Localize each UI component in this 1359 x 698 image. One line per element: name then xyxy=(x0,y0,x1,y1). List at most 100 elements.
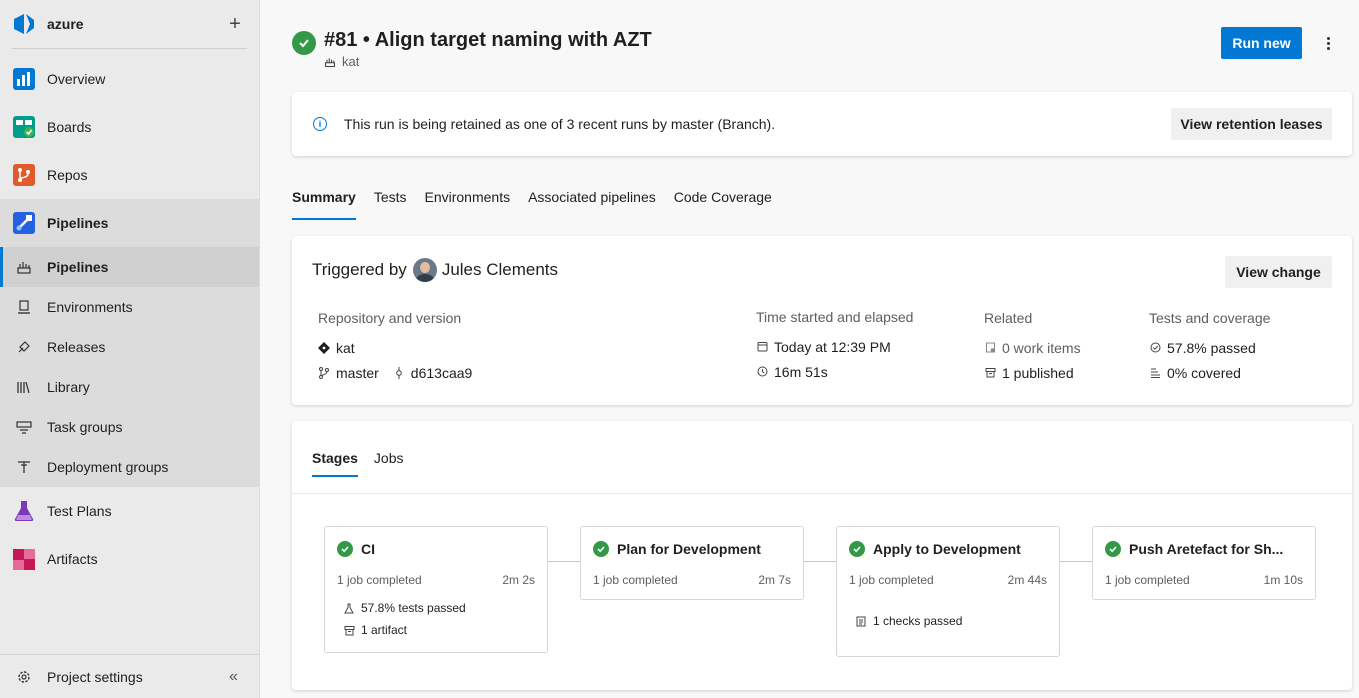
sidebar-item-label: Pipelines xyxy=(47,215,109,231)
tests-passed: 57.8% passed xyxy=(1167,339,1256,356)
stage-card[interactable]: Plan for Development 1 job completed 2m … xyxy=(580,526,804,600)
stage-card[interactable]: Apply to Development 1 job completed 2m … xyxy=(836,526,1060,657)
sidebar-item-label: Boards xyxy=(47,119,92,135)
sidebar-item-label: Repos xyxy=(47,167,88,183)
sidebar-item-overview[interactable]: Overview xyxy=(0,55,259,103)
sidebar-item-label: Artifacts xyxy=(47,551,98,567)
stage-name: Plan for Development xyxy=(617,541,761,557)
sidebar-subitem-library[interactable]: Library xyxy=(0,367,259,407)
sidebar-item-pipelines[interactable]: Pipelines xyxy=(0,199,259,247)
stage-duration: 1m 10s xyxy=(1263,573,1303,587)
tab-environments[interactable]: Environments xyxy=(425,186,511,220)
repos-icon xyxy=(12,163,36,187)
stage-checks[interactable]: 1 checks passed xyxy=(855,614,962,628)
summary-card: Triggered by Jules Clements View change … xyxy=(292,236,1352,405)
checklist-icon xyxy=(855,616,867,627)
retention-message: This run is being retained as one of 3 r… xyxy=(344,116,776,132)
sidebar-item-repos[interactable]: Repos xyxy=(0,151,259,199)
stage-meta: 1 job completed 2m 2s xyxy=(337,573,535,587)
org-header[interactable]: azure + xyxy=(0,0,259,48)
stage-name: Push Aretefact for Sh... xyxy=(1129,541,1284,557)
stage-checks-text: 1 checks passed xyxy=(873,614,963,628)
stage-duration: 2m 7s xyxy=(758,573,791,587)
view-change-button[interactable]: View change xyxy=(1225,256,1332,288)
pipeline-icon xyxy=(324,57,336,67)
stage-meta: 1 job completed 1m 10s xyxy=(1105,573,1303,587)
success-check-icon xyxy=(593,541,609,557)
tab-tests[interactable]: Tests xyxy=(374,186,407,220)
sidebar-subitem-releases[interactable]: Releases xyxy=(0,327,259,367)
sidebar-subitem-deployment-groups[interactable]: Deployment groups xyxy=(0,447,259,487)
repo-header: Repository and version xyxy=(318,310,462,326)
stage-title: Push Aretefact for Sh... xyxy=(1105,541,1283,557)
artifact-icon xyxy=(343,625,355,636)
sidebar-item-artifacts[interactable]: Artifacts xyxy=(0,535,259,583)
success-check-icon xyxy=(337,541,353,557)
page-title: #81 • Align target naming with AZT xyxy=(324,29,652,51)
avatar[interactable] xyxy=(412,258,437,282)
stage-tests[interactable]: 57.8% tests passed xyxy=(343,601,466,615)
elapsed-row: 16m 51s xyxy=(756,359,913,384)
more-actions-icon[interactable] xyxy=(1320,30,1336,56)
artifact-icon xyxy=(984,367,996,378)
work-items-row[interactable]: 0 work items xyxy=(984,335,1081,360)
time-column: Time started and elapsed Today at 12:39 … xyxy=(756,309,913,384)
sidebar-item-label: Library xyxy=(47,379,90,395)
sidebar-item-boards[interactable]: Boards xyxy=(0,103,259,151)
boards-icon xyxy=(12,115,36,139)
pipelines-sub-icon xyxy=(16,259,32,275)
tests-row[interactable]: 57.8% passed xyxy=(1149,335,1270,360)
tab-code-coverage[interactable]: Code Coverage xyxy=(674,186,772,220)
stage-card[interactable]: CI 1 job completed 2m 2s 57.8% tests pas… xyxy=(324,526,548,653)
tab-associated-pipelines[interactable]: Associated pipelines xyxy=(528,186,656,220)
stage-card[interactable]: Push Aretefact for Sh... 1 job completed… xyxy=(1092,526,1316,600)
sidebar-subitem-task-groups[interactable]: Task groups xyxy=(0,407,259,447)
stage-artifact[interactable]: 1 artifact xyxy=(343,623,407,637)
trigger-user[interactable]: Jules Clements xyxy=(442,260,558,280)
commit-id[interactable]: d613caa9 xyxy=(411,365,473,381)
run-tabs: Summary Tests Environments Associated pi… xyxy=(292,186,790,220)
repo-column: Repository and version kat master d613ca… xyxy=(318,310,472,385)
pipeline-name[interactable]: kat xyxy=(324,54,652,69)
environments-icon xyxy=(16,299,32,315)
tab-jobs[interactable]: Jobs xyxy=(374,449,404,477)
collapse-sidebar-button[interactable]: « xyxy=(229,668,259,686)
azure-devops-logo-icon xyxy=(14,14,34,34)
sidebar-item-test-plans[interactable]: Test Plans xyxy=(0,487,259,535)
stage-title: Plan for Development xyxy=(593,541,761,557)
sidebar-item-label: Test Plans xyxy=(47,503,112,519)
sidebar-subitem-pipelines[interactable]: Pipelines xyxy=(0,247,259,287)
project-settings[interactable]: Project settings « xyxy=(0,654,259,698)
flask-icon xyxy=(343,603,355,614)
run-new-button[interactable]: Run new xyxy=(1221,27,1302,59)
sidebar-subitem-environments[interactable]: Environments xyxy=(0,287,259,327)
tab-stages[interactable]: Stages xyxy=(312,449,358,477)
triggered-by: Triggered by Jules Clements xyxy=(312,258,558,282)
stage-name: CI xyxy=(361,541,375,557)
sidebar-item-label: Deployment groups xyxy=(47,459,169,475)
task-groups-icon xyxy=(16,419,32,435)
tab-summary[interactable]: Summary xyxy=(292,186,356,220)
work-item-icon xyxy=(984,342,996,353)
add-project-button[interactable]: + xyxy=(223,14,247,34)
coverage-value: 0% covered xyxy=(1167,364,1241,381)
sidebar-item-label: Overview xyxy=(47,71,106,87)
stage-connector xyxy=(548,561,580,562)
stages-card: Stages Jobs CI 1 job completed 2m 2s 57.… xyxy=(292,421,1352,690)
coverage-row[interactable]: 0% covered xyxy=(1149,360,1270,385)
stage-view-tabs: Stages Jobs xyxy=(312,449,420,477)
pipelines-icon xyxy=(12,211,36,235)
stage-jobs: 1 job completed xyxy=(337,573,422,587)
success-check-icon xyxy=(849,541,865,557)
started-time: Today at 12:39 PM xyxy=(774,338,891,355)
view-retention-leases-button[interactable]: View retention leases xyxy=(1171,108,1332,140)
deployment-groups-icon xyxy=(16,459,32,475)
published-row[interactable]: 1 published xyxy=(984,360,1081,385)
version-row: master d613caa9 xyxy=(318,360,472,385)
test-plans-icon xyxy=(12,499,36,523)
branch-name[interactable]: master xyxy=(336,365,379,381)
info-icon: i xyxy=(313,117,327,131)
stage-title: CI xyxy=(337,541,375,557)
sidebar-item-label: Environments xyxy=(47,299,133,315)
repo-row[interactable]: kat xyxy=(318,335,472,360)
